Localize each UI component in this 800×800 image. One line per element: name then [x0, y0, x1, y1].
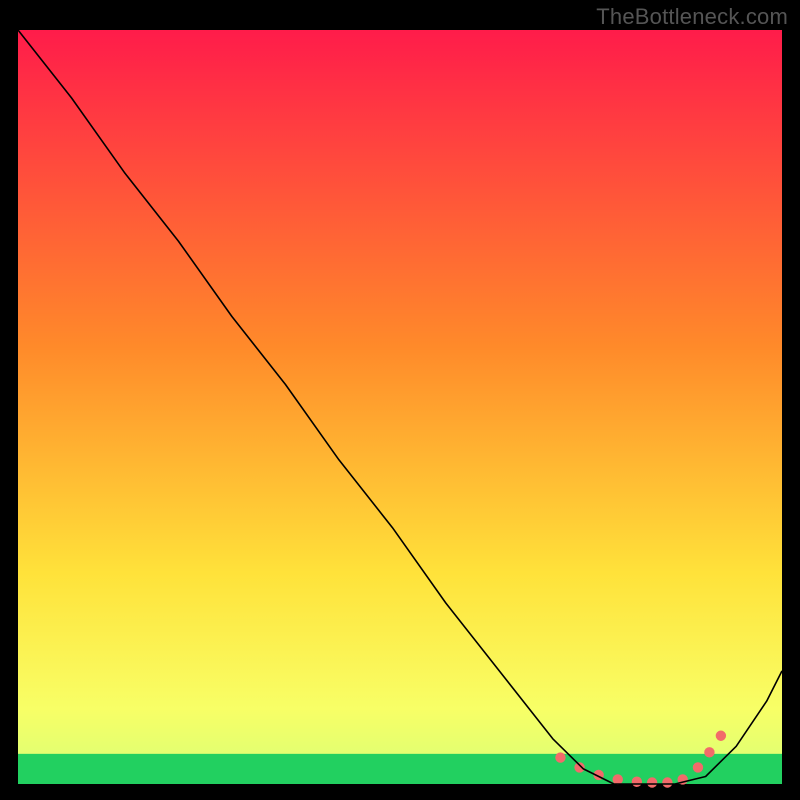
- optimal-dot: [632, 777, 642, 787]
- chart-stage: TheBottleneck.com: [0, 0, 800, 800]
- optimal-dot: [716, 731, 726, 741]
- optimal-dot: [693, 762, 703, 772]
- optimal-dot: [574, 762, 584, 772]
- plot-background: [18, 30, 782, 784]
- watermark-text: TheBottleneck.com: [596, 4, 788, 30]
- optimal-dot: [662, 777, 672, 787]
- optimal-dot: [647, 777, 657, 787]
- optimal-dot: [555, 752, 565, 762]
- optimal-dot: [704, 747, 714, 757]
- bottleneck-chart: [0, 0, 800, 800]
- optimal-dot: [613, 774, 623, 784]
